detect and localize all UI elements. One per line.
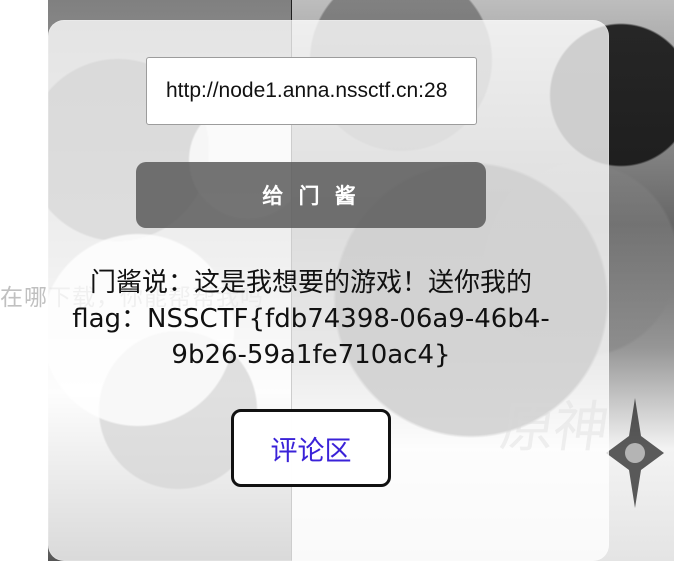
page-stage: 在哪下载，你能帮帮我吗 原神 给 门 酱 门酱说：这是我想要的游戏！送你我的fl… bbox=[0, 0, 674, 561]
give-mengjiang-button[interactable]: 给 门 酱 bbox=[136, 162, 486, 228]
star-logo-icon bbox=[606, 398, 664, 508]
left-white-margin bbox=[0, 0, 48, 561]
flag-message-text: 门酱说：这是我想要的游戏！送你我的flag：NSSCTF{fdb74398-06… bbox=[72, 268, 550, 370]
comment-section-button[interactable]: 评论区 bbox=[231, 409, 391, 487]
target-url-input[interactable] bbox=[146, 57, 477, 125]
